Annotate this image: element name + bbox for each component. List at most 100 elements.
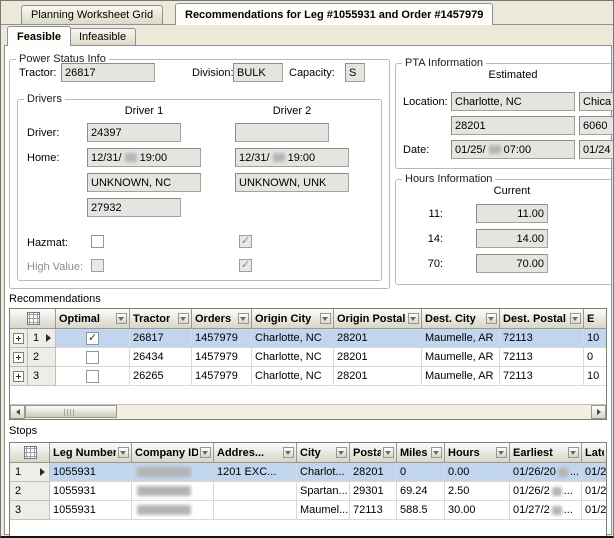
tab-infeasible[interactable]: Infeasible [69, 28, 136, 45]
cell-leg-number[interactable]: 1055931 [50, 482, 132, 501]
column-header-address[interactable]: Addres... [214, 443, 297, 463]
cell-city[interactable]: Charlot... [297, 463, 350, 482]
column-header-dest-city[interactable]: Dest. City [422, 309, 500, 329]
cell-extra[interactable]: 10 [584, 367, 606, 386]
expand-button[interactable] [10, 367, 28, 386]
cell-extra[interactable]: 0 [584, 348, 606, 367]
pta-postal2-field[interactable]: 6060 [579, 116, 614, 135]
cell-address[interactable]: 1201 EXC... [214, 463, 297, 482]
cell-postal[interactable]: 72113 [350, 501, 397, 520]
driver2-home-city-field[interactable]: UNKNOWN, UNK [235, 173, 349, 192]
filter-icon[interactable] [431, 447, 442, 458]
tab-recommendations[interactable]: Recommendations for Leg #1055931 and Ord… [175, 3, 493, 25]
driver1-home-city-field[interactable]: UNKNOWN, NC [87, 173, 201, 192]
column-header-origin-city[interactable]: Origin City [252, 309, 334, 329]
cell-address[interactable] [214, 501, 297, 520]
cell-origin-city[interactable]: Charlotte, NC [252, 329, 334, 348]
filter-icon[interactable] [568, 447, 579, 458]
cell-hours[interactable]: 2.50 [445, 482, 510, 501]
tab-feasible[interactable]: Feasible [7, 26, 71, 46]
cell-city[interactable]: Spartan... [297, 482, 350, 501]
hazmat-driver1-checkbox[interactable] [91, 235, 104, 248]
field-chooser-button[interactable] [10, 309, 56, 329]
optimal-checkbox[interactable] [86, 332, 99, 345]
cell-hours[interactable]: 0.00 [445, 463, 510, 482]
cell-earliest[interactable]: 01/27/2... [510, 501, 582, 520]
cell-dest-city[interactable]: Maumelle, AR [422, 329, 500, 348]
capacity-field[interactable]: S [345, 63, 365, 82]
cell-hours[interactable]: 30.00 [445, 501, 510, 520]
column-header-hours[interactable]: Hours [445, 443, 510, 463]
filter-icon[interactable] [116, 313, 127, 324]
hazmat-driver2-checkbox[interactable] [239, 235, 252, 248]
scrollbar-track[interactable] [25, 405, 591, 419]
cell-origin-postal[interactable]: 28201 [334, 348, 422, 367]
scroll-left-button[interactable] [10, 405, 25, 419]
hours-14-field[interactable]: 14.00 [476, 229, 548, 248]
column-header-dest-postal[interactable]: Dest. Postal [500, 309, 584, 329]
filter-icon[interactable] [178, 313, 189, 324]
driver2-home-date-field[interactable]: 12/31/19:00 [235, 148, 349, 167]
field-chooser-button[interactable] [10, 443, 50, 463]
cell-earliest[interactable]: 01/26/2... [510, 482, 582, 501]
cell-earliest[interactable]: 01/26/20... [510, 463, 582, 482]
driver2-id-field[interactable] [235, 123, 329, 142]
scroll-right-button[interactable] [591, 405, 606, 419]
filter-icon[interactable] [570, 313, 581, 324]
cell-orders[interactable]: 1457979 [192, 348, 252, 367]
driver1-home-date-field[interactable]: 12/31/19:00 [87, 148, 201, 167]
cell-postal[interactable]: 29301 [350, 482, 397, 501]
cell-company-id[interactable] [132, 482, 214, 501]
cell-optimal[interactable] [56, 367, 130, 386]
column-header-leg-number[interactable]: Leg Number [50, 443, 132, 463]
cell-dest-city[interactable]: Maumelle, AR [422, 348, 500, 367]
cell-optimal[interactable] [56, 348, 130, 367]
driver1-id-field[interactable]: 24397 [87, 123, 181, 142]
cell-latest[interactable]: 01/2 [582, 482, 606, 501]
column-header-company-id[interactable]: Company ID [132, 443, 214, 463]
horizontal-scrollbar[interactable] [10, 404, 606, 419]
column-header-city[interactable]: City [297, 443, 350, 463]
pta-date2-field[interactable]: 01/24 [579, 140, 614, 159]
driver1-home-postal-field[interactable]: 27932 [87, 198, 181, 217]
cell-miles[interactable]: 69.24 [397, 482, 445, 501]
cell-company-id[interactable] [132, 463, 214, 482]
pta-postal1-field[interactable]: 28201 [451, 116, 575, 135]
row-number-cell[interactable]: 2 [10, 482, 50, 501]
recommendation-row[interactable]: 1 26817 1457979 Charlotte, NC 28201 Maum… [10, 329, 606, 348]
cell-miles[interactable]: 588.5 [397, 501, 445, 520]
column-header-orders[interactable]: Orders [192, 309, 252, 329]
division-field[interactable]: BULK [233, 63, 283, 82]
cell-dest-postal[interactable]: 72113 [500, 348, 584, 367]
cell-origin-city[interactable]: Charlotte, NC [252, 367, 334, 386]
filter-icon[interactable] [486, 313, 497, 324]
hours-70-field[interactable]: 70.00 [476, 254, 548, 273]
stop-row[interactable]: 2 1055931 Spartan... 29301 69.24 2.50 01… [10, 482, 606, 501]
filter-icon[interactable] [283, 447, 294, 458]
cell-dest-postal[interactable]: 72113 [500, 329, 584, 348]
cell-latest[interactable]: 01/2... [582, 463, 606, 482]
row-number-cell[interactable]: 1 [10, 463, 50, 482]
cell-optimal[interactable] [56, 329, 130, 348]
tab-planning-worksheet-grid[interactable]: Planning Worksheet Grid [21, 5, 163, 24]
filter-icon[interactable] [383, 447, 394, 458]
cell-latest[interactable]: 01/2... [582, 501, 606, 520]
cell-orders[interactable]: 1457979 [192, 329, 252, 348]
cell-tractor[interactable]: 26434 [130, 348, 192, 367]
high-value-driver2-checkbox[interactable] [239, 259, 252, 272]
high-value-driver1-checkbox[interactable] [91, 259, 104, 272]
optimal-checkbox[interactable] [86, 351, 99, 364]
cell-tractor[interactable]: 26817 [130, 329, 192, 348]
cell-company-id[interactable] [132, 501, 214, 520]
cell-tractor[interactable]: 26265 [130, 367, 192, 386]
cell-city[interactable]: Maumel... [297, 501, 350, 520]
cell-extra[interactable]: 10 [584, 329, 606, 348]
column-header-tractor[interactable]: Tractor [130, 309, 192, 329]
filter-icon[interactable] [496, 447, 507, 458]
cell-address[interactable] [214, 482, 297, 501]
cell-origin-city[interactable]: Charlotte, NC [252, 348, 334, 367]
stop-row[interactable]: 1 1055931 1201 EXC... Charlot... 28201 0… [10, 463, 606, 482]
column-header-e[interactable]: E [584, 309, 606, 329]
column-header-latest[interactable]: Late... [582, 443, 606, 463]
row-number-cell[interactable]: 3 [10, 501, 50, 520]
